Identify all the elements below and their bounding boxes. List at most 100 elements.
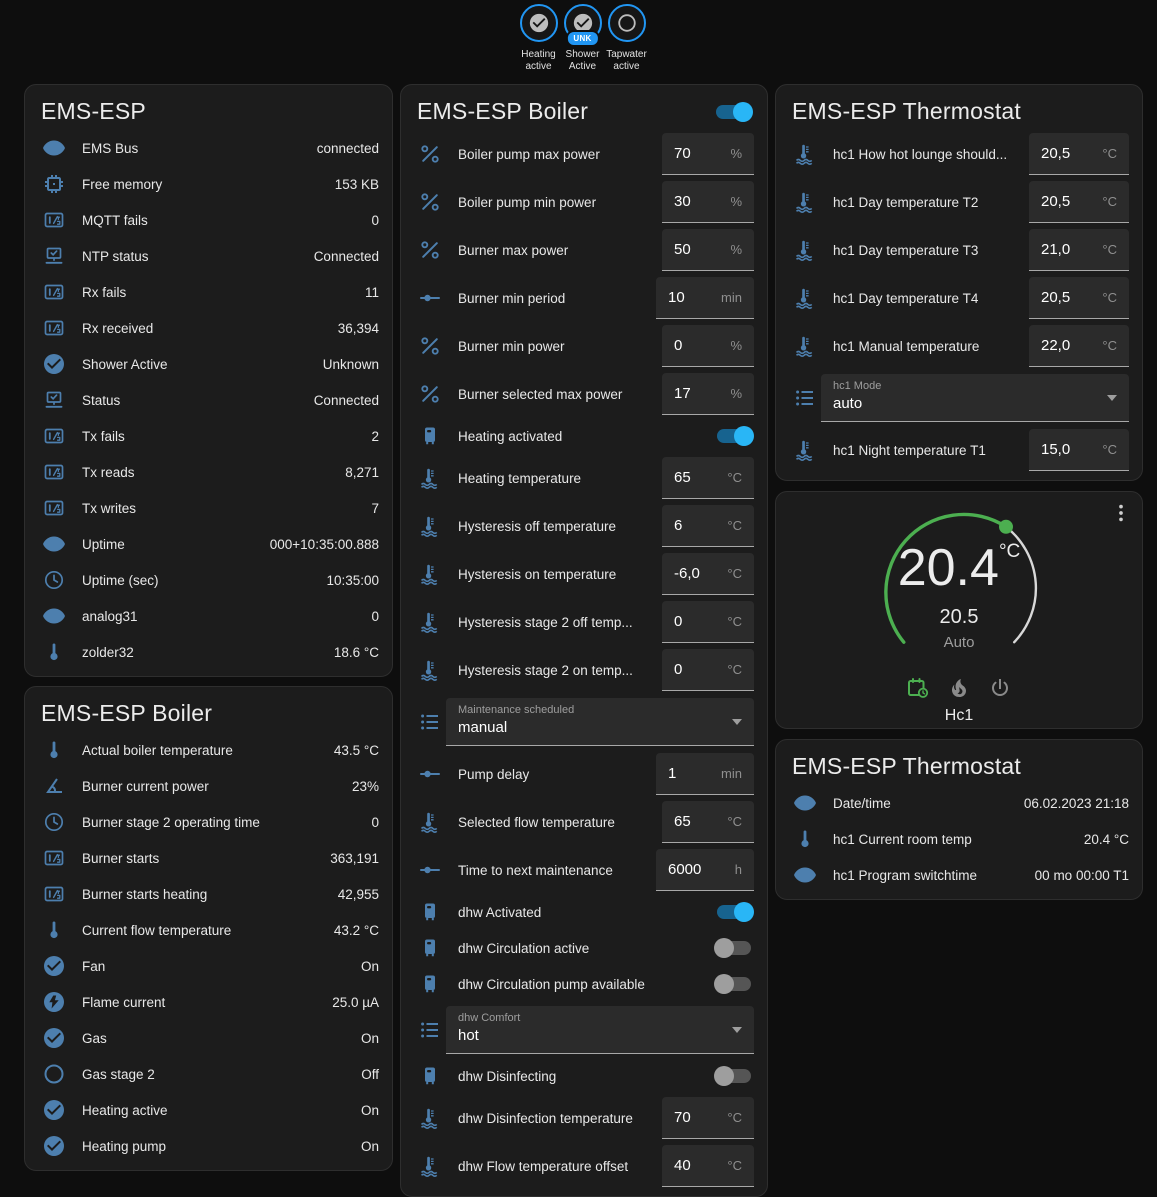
entity-label: hc1 Day temperature T2 [833,195,1029,210]
entity-label: Flame current [82,995,324,1010]
entity-row[interactable]: hc1 Current room temp20.4 °C [776,821,1142,857]
badge-tapwater-active[interactable]: Tapwateractive [605,4,648,73]
entity-label: Burner max power [458,243,662,258]
select-dropdown[interactable]: Maintenance scheduledmanual [446,698,754,746]
eye-icon [42,532,66,556]
entity-row[interactable]: Gas stage 2Off [25,1056,392,1092]
entity-row[interactable]: Current flow temperature43.2 °C [25,912,392,948]
number-input[interactable]: 22,0°C [1029,325,1129,367]
toggle-switch[interactable] [714,974,754,994]
entity-label: analog31 [82,609,363,624]
number-input[interactable]: 0% [662,325,754,367]
number-input[interactable]: 50% [662,229,754,271]
number-value: 30 [674,193,691,210]
entity-row[interactable]: EMS Busconnected [25,130,392,166]
entity-row[interactable]: MQTT fails0 [25,202,392,238]
entity-row[interactable]: hc1 Program switchtime00 mo 00:00 T1 [776,857,1142,893]
entity-label: Pump delay [458,767,656,782]
number-input[interactable]: 17% [662,373,754,415]
badge-shower-active[interactable]: UNK ShowerActive [561,4,604,73]
number-unit: % [730,338,742,353]
select-dropdown[interactable]: hc1 Modeauto [821,374,1129,422]
entity-row[interactable]: Tx reads8,271 [25,454,392,490]
number-input[interactable]: 6°C [662,505,754,547]
thermostat-dial[interactable]: 20.4°C 20.5 Auto [849,502,1069,672]
card-master-toggle[interactable] [713,102,753,122]
entity-row[interactable]: GasOn [25,1020,392,1056]
number-input[interactable]: 65°C [662,801,754,843]
number-input[interactable]: 10min [656,277,754,319]
entity-row[interactable]: analog310 [25,598,392,634]
entity-row[interactable]: Tx fails2 [25,418,392,454]
power-icon[interactable] [988,676,1012,700]
number-input[interactable]: 0°C [662,601,754,643]
card-boiler-sensors: EMS-ESP Boiler Actual boiler temperature… [24,686,393,1171]
number-input[interactable]: 20,5°C [1029,181,1129,223]
current-temperature: 20.4°C [849,538,1069,598]
badge-circle: UNK [564,4,602,42]
card-title: EMS-ESP [41,98,146,125]
counter-icon [42,424,66,448]
entity-row[interactable]: Burner starts363,191 [25,840,392,876]
number-input[interactable]: 1min [656,753,754,795]
fire-icon[interactable] [947,676,971,700]
select-dropdown[interactable]: dhw Comforthot [446,1006,754,1054]
entity-row[interactable]: Heating activeOn [25,1092,392,1128]
entity-row[interactable]: zolder3218.6 °C [25,634,392,670]
entity-row[interactable]: Rx received36,394 [25,310,392,346]
number-input[interactable]: 15,0°C [1029,429,1129,471]
entity-row[interactable]: Uptime000+10:35:00.888 [25,526,392,562]
entity-value: 7 [371,501,379,516]
entity-row[interactable]: Rx fails11 [25,274,392,310]
badge-heating-active[interactable]: Heatingactive [517,4,560,73]
toggle-switch[interactable] [714,902,754,922]
entity-row[interactable]: NTP statusConnected [25,238,392,274]
entity-row[interactable]: Date/time06.02.2023 21:18 [776,785,1142,821]
number-value: 70 [674,145,691,162]
list-icon [793,386,817,410]
number-input[interactable]: 40°C [662,1145,754,1187]
entity-row[interactable]: FanOn [25,948,392,984]
entity-row[interactable]: Shower ActiveUnknown [25,346,392,382]
percent-icon [418,334,442,358]
number-input[interactable]: 30% [662,181,754,223]
dial-handle[interactable] [999,520,1013,534]
entity-row[interactable]: Heating pumpOn [25,1128,392,1164]
entity-value: 23% [352,779,379,794]
card-title: EMS-ESP Boiler [41,700,212,727]
entity-row[interactable]: Flame current25.0 µA [25,984,392,1020]
toggle-switch[interactable] [714,426,754,446]
number-input[interactable]: 70% [662,133,754,175]
kebab-menu-icon[interactable] [1110,502,1132,524]
number-input[interactable]: 0°C [662,649,754,691]
number-input[interactable]: 21,0°C [1029,229,1129,271]
entity-row[interactable]: Uptime (sec)10:35:00 [25,562,392,598]
number-input[interactable]: 20,5°C [1029,133,1129,175]
number-input[interactable]: 65°C [662,457,754,499]
entity-label: Boiler pump min power [458,195,662,210]
entity-row[interactable]: Burner stage 2 operating time0 [25,804,392,840]
coolant-thermometer-icon [418,1106,442,1130]
number-input[interactable]: 20,5°C [1029,277,1129,319]
number-input[interactable]: 6000h [656,849,754,891]
entity-row[interactable]: Tx writes7 [25,490,392,526]
thermometer-icon [42,738,66,762]
calendar-clock-icon[interactable] [906,676,930,700]
number-input[interactable]: 70°C [662,1097,754,1139]
entity-row[interactable]: Burner starts heating42,955 [25,876,392,912]
entity-row[interactable]: Actual boiler temperature43.5 °C [25,732,392,768]
entity-row[interactable]: Free memory153 KB [25,166,392,202]
entity-row[interactable]: Burner current power23% [25,768,392,804]
number-unit: % [730,386,742,401]
entity-label: Burner starts heating [82,887,330,902]
toggle-switch[interactable] [714,1066,754,1086]
number-input[interactable]: -6,0°C [662,553,754,595]
entity-value: 20.4 °C [1084,832,1129,847]
number-value: -6,0 [674,565,700,582]
entity-value: 363,191 [330,851,379,866]
toggle-switch[interactable] [714,938,754,958]
eye-icon [793,863,817,887]
select-value: auto [833,395,1099,412]
entity-row: dhw Disinfecting [401,1058,767,1094]
entity-row[interactable]: StatusConnected [25,382,392,418]
